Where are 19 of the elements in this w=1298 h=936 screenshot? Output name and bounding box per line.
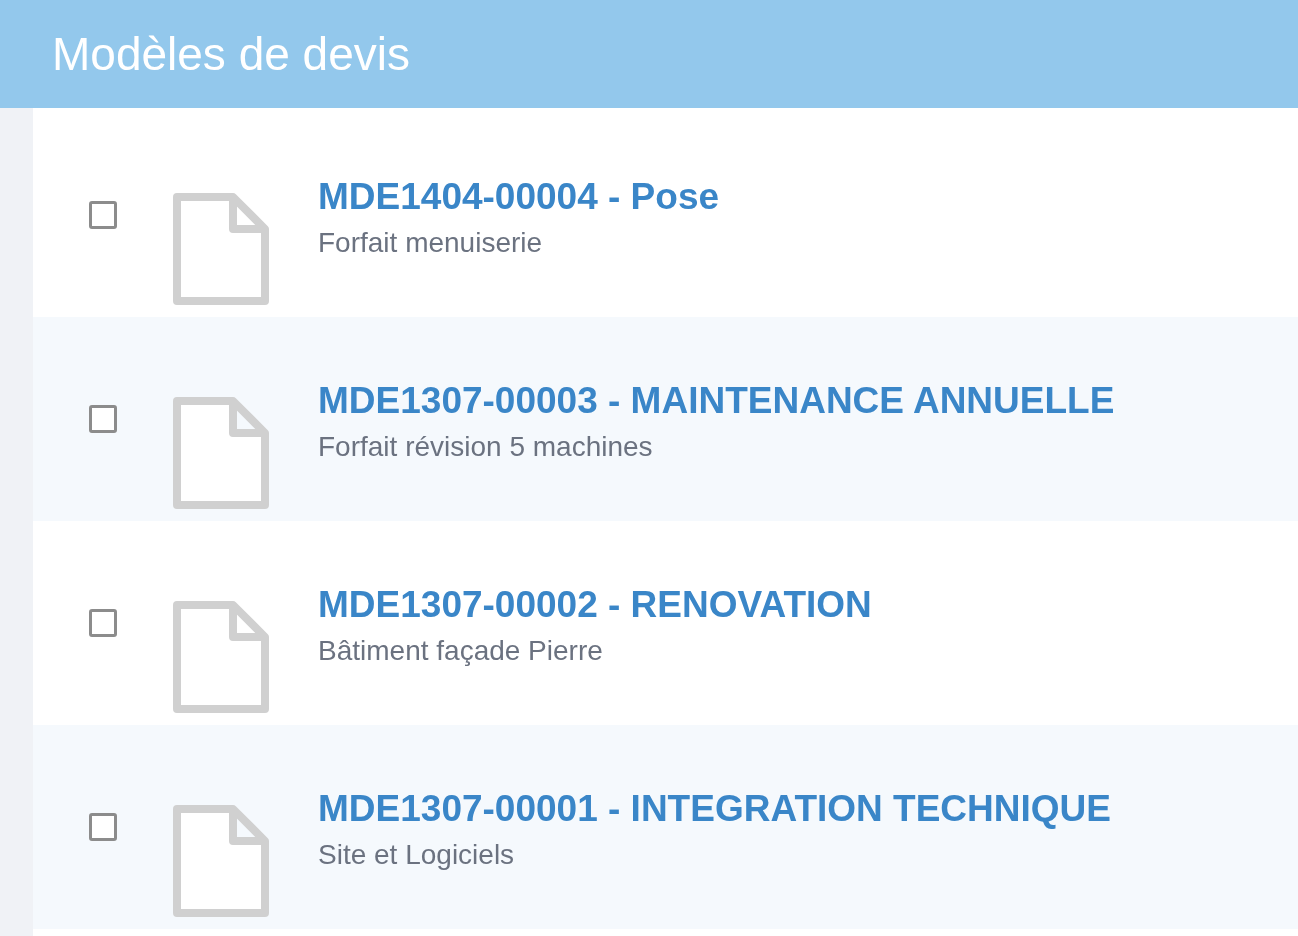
template-description: Forfait révision 5 machines [318,432,654,461]
document-icon [173,805,269,917]
template-description: Forfait menuiserie [318,228,544,257]
template-title[interactable]: MDE1307-00003 - MAINTENANCE ANNUELLE [318,381,1115,419]
checkbox[interactable] [89,405,117,433]
checkbox[interactable] [89,813,117,841]
list-row[interactable]: MDE1307-00003 - MAINTENANCE ANNUELLE Forfait révision 5 machines [33,317,1298,521]
document-icon [173,601,269,713]
template-title[interactable]: MDE1404-00004 - Pose [318,177,720,215]
template-description: Bâtiment façade Pierre [318,636,604,665]
checkbox[interactable] [89,609,117,637]
document-icon [173,397,269,509]
template-description: Site et Logiciels [318,840,516,869]
template-title[interactable]: MDE1307-00002 - RENOVATION [318,585,872,623]
checkbox[interactable] [89,201,117,229]
template-title[interactable]: MDE1307-00001 - INTEGRATION TECHNIQUE [318,789,1111,827]
document-icon [173,193,269,305]
list-row[interactable]: MDE1307-00001 - INTEGRATION TECHNIQUE Site et Logiciels [33,725,1298,929]
page-title: Modèles de devis [52,31,410,77]
